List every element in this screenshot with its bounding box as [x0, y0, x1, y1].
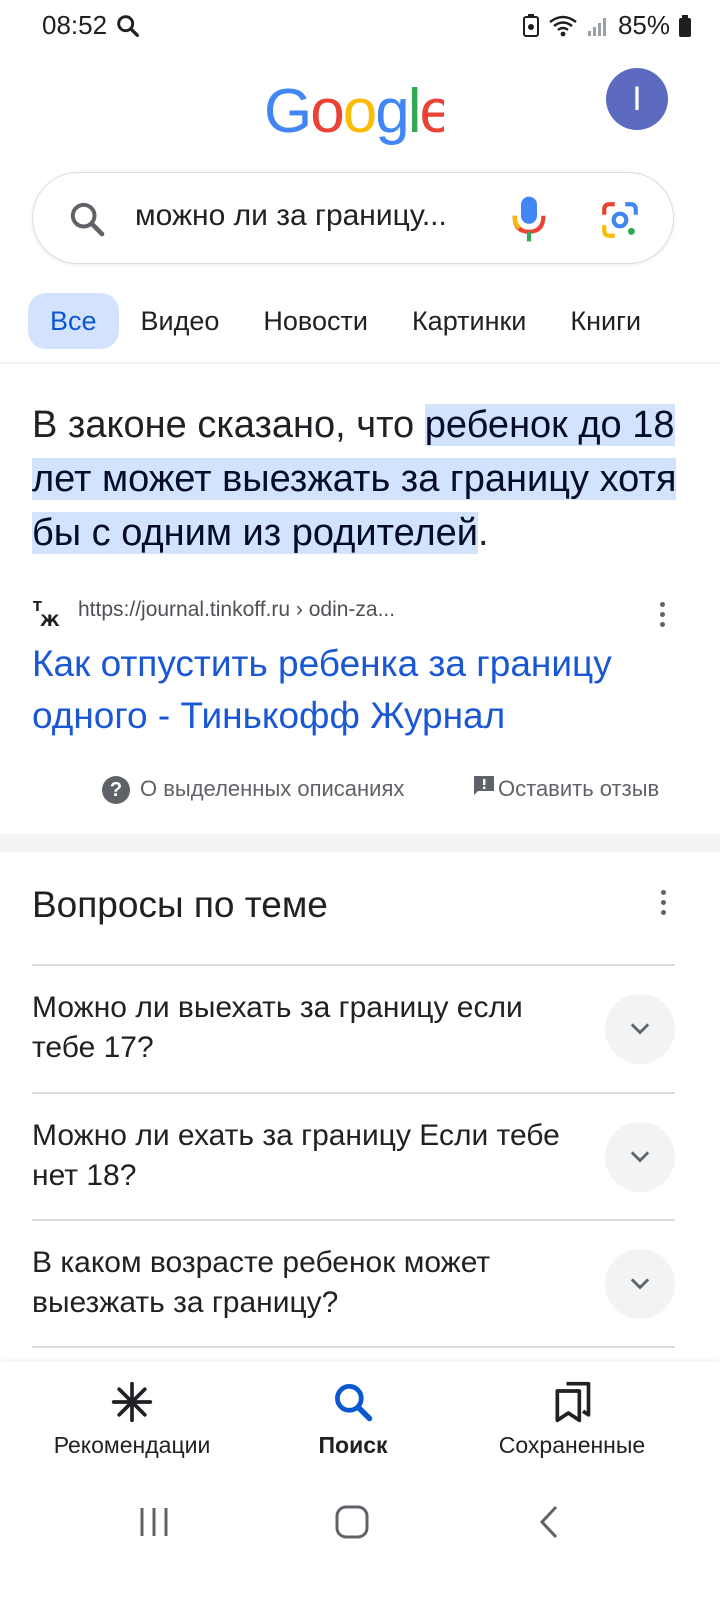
expand-question-button[interactable]: [605, 1122, 675, 1192]
snippet-prefix: В законе сказано, что: [32, 404, 425, 446]
home-icon[interactable]: [322, 1502, 382, 1542]
wifi-icon: [549, 15, 577, 36]
avatar-letter: I: [632, 79, 642, 118]
recent-apps-icon[interactable]: [124, 1502, 184, 1542]
expand-question-button[interactable]: [605, 1249, 675, 1319]
leave-feedback-link[interactable]: Оставить отзыв: [498, 776, 659, 802]
related-questions-more-icon[interactable]: [658, 890, 668, 922]
feedback-icon[interactable]: [472, 774, 496, 798]
signal-icon: [587, 17, 606, 36]
status-bar: 08:52 85%: [0, 0, 720, 56]
tab-books[interactable]: Книги: [548, 293, 663, 349]
status-indicators: 85%: [522, 10, 692, 41]
question-divider: [32, 1346, 675, 1348]
back-icon[interactable]: [520, 1502, 580, 1542]
section-separator: [0, 834, 720, 852]
battery-percentage: 85%: [617, 10, 670, 40]
svg-text:Google: Google: [264, 78, 444, 146]
snippet-suffix: .: [477, 512, 489, 554]
bookmarks-icon: [555, 1381, 591, 1423]
tab-video[interactable]: Видео: [119, 293, 242, 349]
bottom-navigation: Рекомендации Поиск Сохраненные: [0, 1362, 720, 1474]
related-question-item[interactable]: В каком возрасте ребенок может выезжать …: [32, 1221, 675, 1347]
related-question-item[interactable]: Можно ли ехать за границу Если тебе нет …: [32, 1094, 675, 1220]
about-featured-snippets-link[interactable]: О выделенных описаниях: [140, 776, 404, 802]
google-search-results-page: 08:52 85% Google I можно ли за границу..…: [0, 0, 720, 1600]
help-icon[interactable]: ?: [102, 776, 130, 804]
search-box[interactable]: можно ли за границу...: [32, 172, 674, 264]
chevron-down-icon: [630, 1023, 650, 1035]
chevron-down-icon: [630, 1151, 650, 1163]
nav-recommendations-label: Рекомендации: [53, 1432, 211, 1458]
nav-saved[interactable]: Сохраненные: [452, 1380, 692, 1459]
google-logo: Google: [264, 78, 444, 146]
result-more-options-icon[interactable]: [657, 602, 667, 634]
svg-text:Ж: Ж: [40, 611, 60, 628]
system-navigation-bar: [0, 1474, 720, 1600]
tab-all[interactable]: Все: [28, 293, 119, 349]
search-icon: [70, 202, 105, 237]
status-time: 08:52: [42, 10, 108, 40]
related-questions-title: Вопросы по теме: [32, 884, 328, 925]
snippet-feedback-row: ? О выделенных описаниях Оставить отзыв: [0, 770, 720, 810]
related-question-text: Можно ли выехать за границу если тебе 17…: [32, 991, 523, 1064]
nav-saved-label: Сохраненные: [498, 1432, 646, 1458]
related-question-item[interactable]: Можно ли выехать за границу если тебе 17…: [32, 966, 675, 1092]
related-question-text: В каком возрасте ребенок может выезжать …: [32, 1246, 491, 1319]
search-icon: [117, 15, 139, 37]
chevron-down-icon: [630, 1278, 650, 1290]
nav-recommendations[interactable]: Рекомендации: [12, 1380, 252, 1459]
nav-search-label: Поиск: [318, 1432, 388, 1458]
result-url[interactable]: https://journal.tinkoff.ru › odin-za...: [78, 598, 395, 622]
result-title-link[interactable]: Как отпустить ребенка за границу одного …: [32, 638, 692, 742]
expand-question-button[interactable]: [605, 994, 675, 1064]
search-tabs: Все Видео Новости Картинки Книги: [28, 293, 663, 349]
tab-news[interactable]: Новости: [241, 293, 390, 349]
battery-saver-icon: [522, 13, 539, 37]
google-lens-icon[interactable]: [599, 199, 641, 241]
search-input[interactable]: можно ли за границу...: [135, 199, 447, 233]
battery-icon: [679, 14, 691, 37]
search-icon: [335, 1384, 373, 1422]
featured-snippet-text: В законе сказано, что ребенок до 18 лет …: [32, 398, 692, 560]
asterisk-icon: [111, 1381, 153, 1423]
tabs-divider: [0, 362, 720, 364]
tinkoff-journal-favicon-icon: T Ж: [33, 600, 60, 628]
tab-images[interactable]: Картинки: [390, 293, 548, 349]
microphone-icon[interactable]: [509, 195, 549, 243]
related-question-text: Можно ли ехать за границу Если тебе нет …: [32, 1119, 560, 1192]
result-source-row: T Ж https://journal.tinkoff.ru › odin-za…: [32, 596, 682, 636]
account-avatar[interactable]: I: [606, 68, 668, 130]
nav-search[interactable]: Поиск: [233, 1380, 473, 1459]
